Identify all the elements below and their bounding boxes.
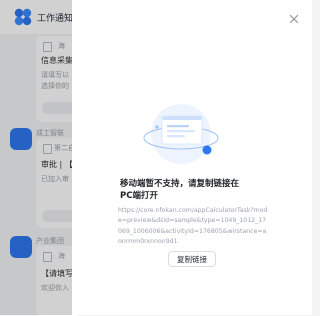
close-icon[interactable] <box>287 12 301 26</box>
pc-link-illustration-icon <box>143 104 219 164</box>
unsupported-message: 移动端暂不支持，请复制链接在PC端打开 <box>120 179 240 201</box>
copy-link-button[interactable]: 复制链接 <box>168 251 216 267</box>
task-url: https://core.nfokan.com/appCalculatorTas… <box>118 207 268 245</box>
